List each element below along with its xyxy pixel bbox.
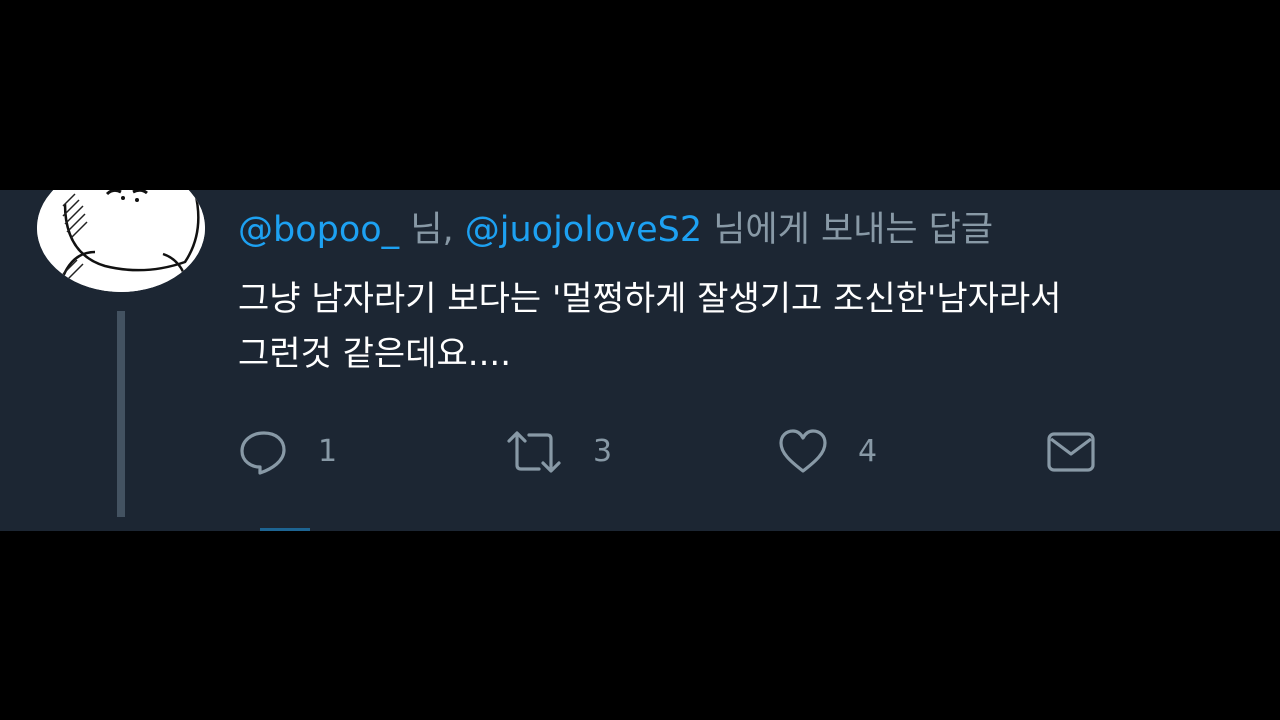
reply-count: 1 <box>318 434 338 469</box>
mention-link-juojolove[interactable]: @juojoloveS2 <box>465 210 702 250</box>
heart-icon <box>779 429 827 473</box>
reply-button[interactable]: 1 <box>238 426 337 478</box>
thread-connector-line <box>117 311 125 517</box>
avatar-illustration <box>37 190 205 292</box>
reply-icon <box>240 431 286 475</box>
tweet-card[interactable]: @bopoo_ 님, @juojoloveS2 님에게 보내는 답글 그냥 남자… <box>0 190 1280 531</box>
like-button[interactable]: 4 <box>778 426 877 478</box>
retweet-button[interactable]: 3 <box>505 426 612 478</box>
envelope-icon <box>1047 432 1095 472</box>
screenshot-frame: @bopoo_ 님, @juojoloveS2 님에게 보내는 답글 그냥 남자… <box>0 0 1280 720</box>
mention-link-bopoo[interactable]: @bopoo_ <box>238 210 399 250</box>
avatar[interactable] <box>37 190 205 292</box>
reply-header-suffix: 님에게 보내는 답글 <box>702 210 994 250</box>
retweet-icon <box>507 431 561 473</box>
reply-header-separator: 님, <box>399 210 465 250</box>
reply-context-header: @bopoo_ 님, @juojoloveS2 님에게 보내는 답글 <box>238 204 993 256</box>
like-count: 4 <box>858 434 878 469</box>
direct-message-button[interactable] <box>1045 426 1097 478</box>
retweet-count: 3 <box>593 434 613 469</box>
next-tweet-peek <box>260 528 310 531</box>
tweet-body-text: 그냥 남자라기 보다는 '멀쩡하게 잘생기고 조신한'남자라서 그런것 같은데요… <box>238 279 1062 374</box>
